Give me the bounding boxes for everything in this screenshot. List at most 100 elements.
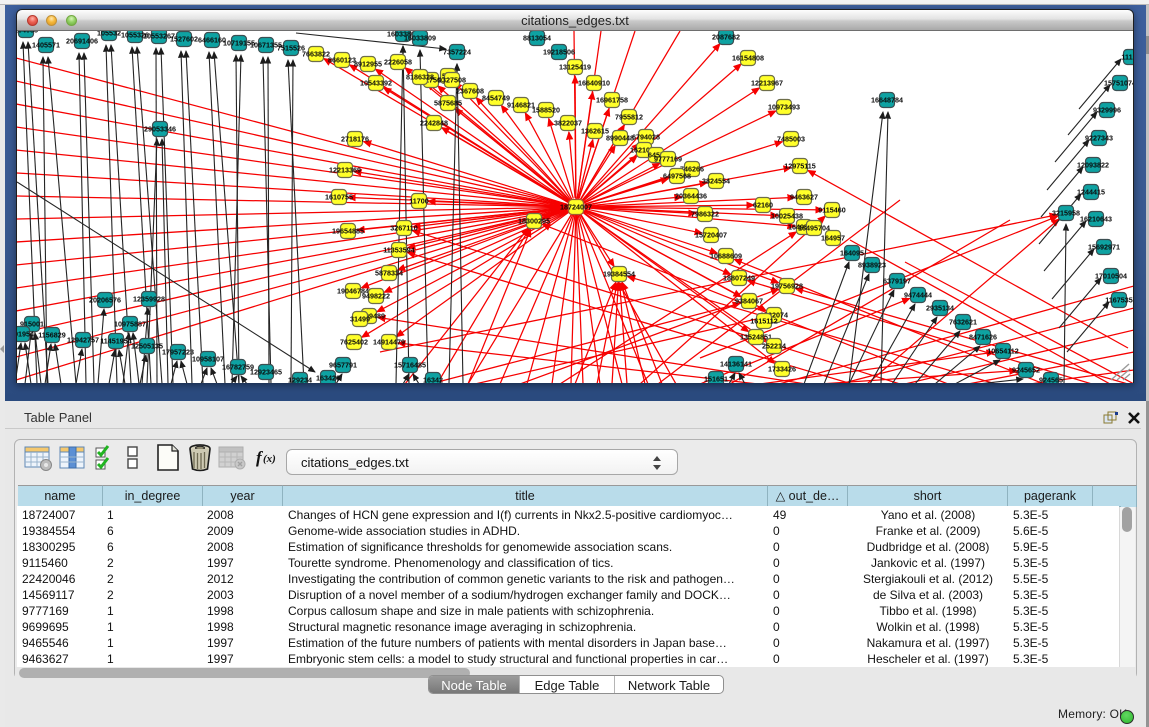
svg-text:7625402: 7625402 xyxy=(340,338,368,347)
svg-text:391954: 391954 xyxy=(17,330,34,339)
svg-text:1588520: 1588520 xyxy=(532,106,560,115)
svg-text:16640910: 16640910 xyxy=(578,79,610,88)
svg-text:6466160: 6466160 xyxy=(198,36,226,45)
svg-text:7632621: 7632621 xyxy=(949,318,977,327)
svg-text:924565: 924565 xyxy=(1039,376,1063,384)
svg-text:1362615: 1362615 xyxy=(581,127,609,136)
svg-text:3215958: 3215958 xyxy=(1052,209,1080,218)
svg-text:1405571: 1405571 xyxy=(32,41,60,50)
svg-text:8471626: 8471626 xyxy=(969,333,997,342)
svg-text:7986322: 7986322 xyxy=(691,210,719,219)
svg-text:17957223: 17957223 xyxy=(162,348,194,357)
svg-text:8454749: 8454749 xyxy=(482,94,510,103)
svg-text:16648784: 16648784 xyxy=(871,96,903,105)
svg-text:10688609: 10688609 xyxy=(710,252,742,261)
svg-text:1244415: 1244415 xyxy=(1077,188,1105,197)
svg-text:20691406: 20691406 xyxy=(66,37,98,46)
svg-text:9115460: 9115460 xyxy=(818,206,846,215)
svg-text:8912955: 8912955 xyxy=(354,60,382,69)
svg-text:1527602: 1527602 xyxy=(170,35,198,44)
svg-text:9245652: 9245652 xyxy=(1012,366,1040,375)
svg-text:164095: 164095 xyxy=(840,249,864,258)
svg-text:105532: 105532 xyxy=(97,31,121,38)
svg-text:12505135: 12505135 xyxy=(131,342,163,351)
svg-text:9384067: 9384067 xyxy=(735,297,763,306)
svg-text:6497568: 6497568 xyxy=(663,172,691,181)
svg-text:2367608: 2367608 xyxy=(456,87,484,96)
svg-text:31499: 31499 xyxy=(350,315,370,324)
svg-text:12213967: 12213967 xyxy=(751,79,783,88)
svg-text:2935134: 2935134 xyxy=(926,304,954,313)
svg-text:1156829: 1156829 xyxy=(38,331,66,340)
svg-text:12975115: 12975115 xyxy=(784,162,816,171)
svg-text:2718176: 2718176 xyxy=(341,135,369,144)
svg-text:151651: 151651 xyxy=(704,375,728,384)
svg-text:18724007: 18724007 xyxy=(560,203,592,212)
svg-text:10975887: 10975887 xyxy=(114,320,146,329)
svg-text:20364436: 20364436 xyxy=(675,192,707,201)
svg-text:2087682: 2087682 xyxy=(712,33,740,42)
svg-text:9327508: 9327508 xyxy=(438,76,466,85)
svg-text:252214: 252214 xyxy=(762,342,786,351)
svg-text:16961758: 16961758 xyxy=(596,96,628,105)
svg-text:1615112: 1615112 xyxy=(750,317,778,326)
svg-text:12923465: 12923465 xyxy=(250,368,282,377)
svg-text:20206576: 20206576 xyxy=(89,296,121,305)
svg-text:16342: 16342 xyxy=(423,376,443,384)
svg-text:10973493: 10973493 xyxy=(768,103,800,112)
svg-text:11451954: 11451954 xyxy=(100,337,132,346)
svg-text:17010504: 17010504 xyxy=(1095,272,1127,281)
svg-text:12213369: 12213369 xyxy=(329,166,361,175)
svg-text:9329996: 9329996 xyxy=(1093,106,1121,115)
svg-text:10958107: 10958107 xyxy=(192,355,224,364)
svg-text:8938923: 8938923 xyxy=(858,261,886,270)
svg-text:9463627: 9463627 xyxy=(790,193,818,202)
svg-text:12093822: 12093822 xyxy=(1077,161,1109,170)
svg-text:3267110: 3267110 xyxy=(390,224,418,233)
svg-text:15720407: 15720407 xyxy=(695,231,727,240)
svg-text:1610755: 1610755 xyxy=(325,193,353,202)
svg-text:2242848: 2242848 xyxy=(420,119,448,128)
svg-text:14914479: 14914479 xyxy=(373,338,405,347)
svg-text:129234: 129234 xyxy=(288,376,312,384)
svg-text:9657791: 9657791 xyxy=(329,361,357,370)
svg-text:3824554: 3824554 xyxy=(702,177,730,186)
svg-text:16495704: 16495704 xyxy=(798,224,830,233)
svg-text:6379197: 6379197 xyxy=(883,277,911,286)
svg-text:19384554: 19384554 xyxy=(603,270,635,279)
svg-text:11700: 11700 xyxy=(409,197,429,206)
svg-text:18807249: 18807249 xyxy=(723,274,755,283)
svg-text:11353594: 11353594 xyxy=(383,246,415,255)
svg-text:8660123: 8660123 xyxy=(328,56,356,65)
svg-text:9777169: 9777169 xyxy=(654,155,682,164)
svg-text:10543392: 10543392 xyxy=(360,79,392,88)
svg-text:15751074: 15751074 xyxy=(1104,79,1133,88)
svg-text:16033809: 16033809 xyxy=(404,34,436,43)
svg-text:163426: 163426 xyxy=(316,374,340,383)
svg-text:5878334: 5878334 xyxy=(375,269,403,278)
svg-text:(x): (x) xyxy=(263,453,276,465)
svg-text:1167535: 1167535 xyxy=(1105,296,1133,305)
svg-text:19756928: 19756928 xyxy=(771,282,803,291)
svg-text:29053346: 29053346 xyxy=(144,125,176,134)
svg-text:15692971: 15692971 xyxy=(1088,243,1120,252)
svg-text:12942757: 12942757 xyxy=(67,336,99,345)
svg-text:7663822: 7663822 xyxy=(302,50,330,59)
svg-text:5875685: 5875685 xyxy=(434,99,462,108)
svg-text:18300295: 18300295 xyxy=(518,217,550,226)
svg-text:9146821: 9146821 xyxy=(507,101,535,110)
svg-text:10025438: 10025438 xyxy=(771,212,803,221)
svg-text:6794028: 6794028 xyxy=(632,133,660,142)
svg-text:16154808: 16154808 xyxy=(732,54,764,63)
svg-text:9227343: 9227343 xyxy=(1085,134,1113,143)
svg-text:2226058: 2226058 xyxy=(384,58,412,67)
svg-text:104055: 104055 xyxy=(17,31,38,35)
svg-text:11125: 11125 xyxy=(1121,53,1133,62)
svg-text:15716485: 15716485 xyxy=(394,361,426,370)
svg-text:7515526: 7515526 xyxy=(277,44,305,53)
svg-text:7357224: 7357224 xyxy=(443,48,471,57)
svg-text:19218506: 19218506 xyxy=(543,48,575,57)
svg-text:3822037: 3822037 xyxy=(554,119,582,128)
svg-text:9474444: 9474444 xyxy=(904,291,932,300)
svg-text:12359928: 12359928 xyxy=(133,295,165,304)
